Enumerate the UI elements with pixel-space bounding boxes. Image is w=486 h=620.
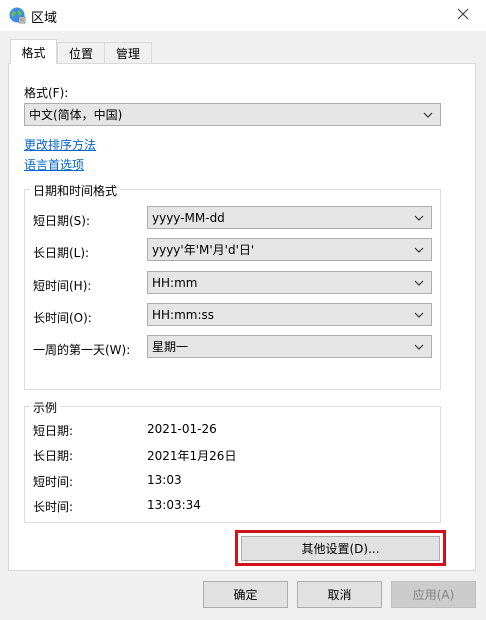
datetime-group-title: 日期和时间格式 — [30, 182, 121, 199]
long-time-select[interactable]: HH:mm:ss — [147, 303, 432, 326]
chevron-down-icon — [414, 215, 424, 221]
tab-format-label: 格式 — [21, 45, 46, 60]
short-date-value: yyyy-MM-dd — [152, 210, 225, 225]
long-time-value: HH:mm:ss — [152, 307, 215, 322]
tab-location[interactable]: 位置 — [57, 42, 105, 63]
short-date-select[interactable]: yyyy-MM-dd — [147, 206, 432, 229]
example-long-time-value: 13:03:34 — [147, 498, 201, 512]
long-date-value: yyyy'年'M'月'd'日' — [152, 243, 255, 257]
format-label: 格式(F): — [24, 86, 69, 100]
language-preferences-link[interactable]: 语言首选项 — [24, 156, 84, 173]
examples-group-title: 示例 — [30, 399, 61, 416]
tab-location-label: 位置 — [68, 46, 93, 61]
change-sort-link[interactable]: 更改排序方法 — [24, 136, 96, 153]
example-long-date-value: 2021年1月26日 — [147, 449, 237, 463]
example-long-date-label: 长日期: — [33, 449, 74, 463]
chevron-down-icon — [423, 112, 433, 118]
long-date-select[interactable]: yyyy'年'M'月'd'日' — [147, 238, 432, 261]
chevron-down-icon — [414, 247, 424, 253]
tab-admin[interactable]: 管理 — [104, 42, 152, 63]
close-button[interactable] — [440, 0, 486, 31]
examples-group — [24, 406, 441, 523]
tab-admin-label: 管理 — [115, 46, 140, 61]
long-date-label: 长日期(L): — [33, 246, 90, 260]
title-bar: 区域 — [0, 0, 486, 31]
format-value: 中文(简体，中国) — [29, 108, 123, 122]
tab-format[interactable]: 格式 — [10, 39, 57, 64]
highlight-box — [235, 530, 446, 566]
example-long-time-label: 长时间: — [33, 500, 74, 514]
window-title: 区域 — [31, 11, 58, 26]
long-time-label: 长时间(O): — [33, 311, 92, 325]
ok-button[interactable]: 确定 — [203, 581, 288, 608]
example-short-time-value: 13:03 — [147, 473, 182, 487]
close-icon — [457, 8, 469, 23]
chevron-down-icon — [414, 280, 424, 286]
short-time-label: 短时间(H): — [33, 279, 92, 293]
example-short-date-value: 2021-01-26 — [147, 422, 217, 436]
example-short-date-label: 短日期: — [33, 424, 74, 438]
apply-label: 应用(A) — [412, 588, 455, 602]
first-day-value: 星期一 — [152, 340, 189, 354]
short-time-select[interactable]: HH:mm — [147, 271, 432, 294]
short-time-value: HH:mm — [152, 275, 198, 290]
cancel-button[interactable]: 取消 — [297, 581, 382, 608]
apply-button[interactable]: 应用(A) — [391, 581, 476, 608]
example-short-time-label: 短时间: — [33, 475, 74, 489]
globe-icon — [8, 6, 26, 24]
first-day-label: 一周的第一天(W): — [33, 343, 131, 357]
chevron-down-icon — [414, 344, 424, 350]
chevron-down-icon — [414, 312, 424, 318]
ok-label: 确定 — [233, 588, 258, 602]
cancel-label: 取消 — [327, 588, 352, 602]
short-date-label: 短日期(S): — [33, 214, 91, 228]
format-select[interactable]: 中文(简体，中国) — [24, 103, 441, 126]
first-day-select[interactable]: 星期一 — [147, 335, 432, 358]
